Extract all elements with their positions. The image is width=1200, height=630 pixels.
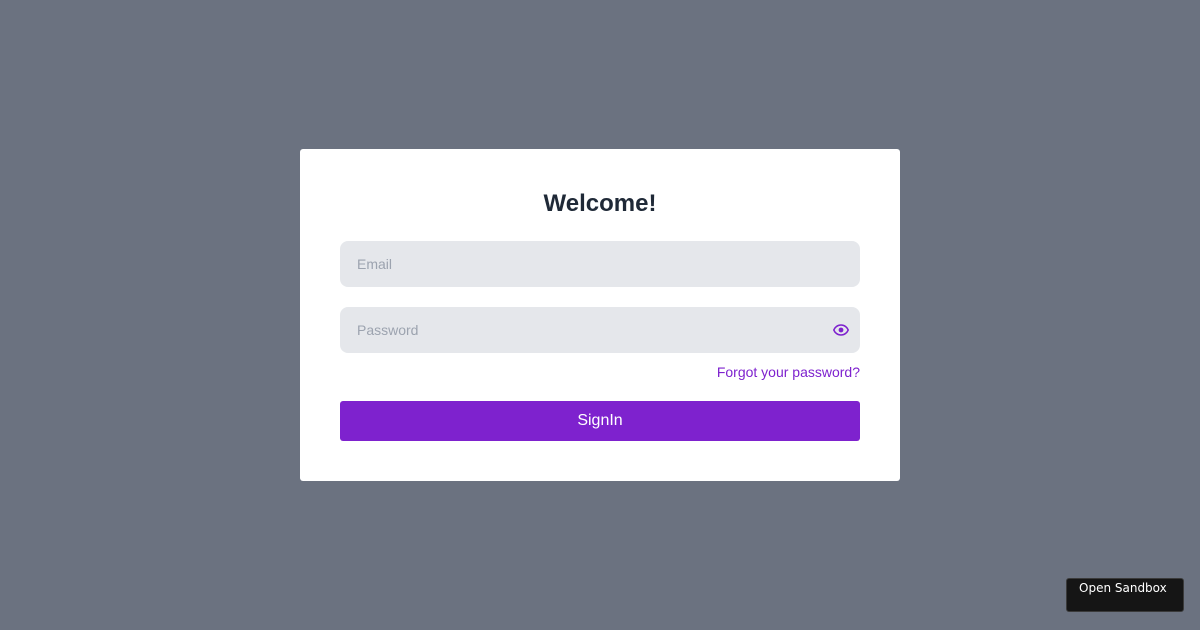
signin-button[interactable]: SignIn bbox=[340, 401, 860, 441]
eye-icon[interactable] bbox=[833, 323, 849, 337]
password-field[interactable] bbox=[340, 307, 860, 353]
email-field[interactable] bbox=[340, 241, 860, 287]
password-field-wrapper bbox=[340, 307, 860, 353]
page-title: Welcome! bbox=[543, 190, 657, 217]
open-sandbox-button[interactable]: Open Sandbox bbox=[1066, 578, 1184, 612]
login-card: Welcome! Forgot your password? SignIn bbox=[300, 149, 900, 481]
email-field-wrapper bbox=[340, 241, 860, 287]
forgot-row: Forgot your password? bbox=[340, 363, 860, 381]
forgot-password-link[interactable]: Forgot your password? bbox=[717, 364, 860, 380]
